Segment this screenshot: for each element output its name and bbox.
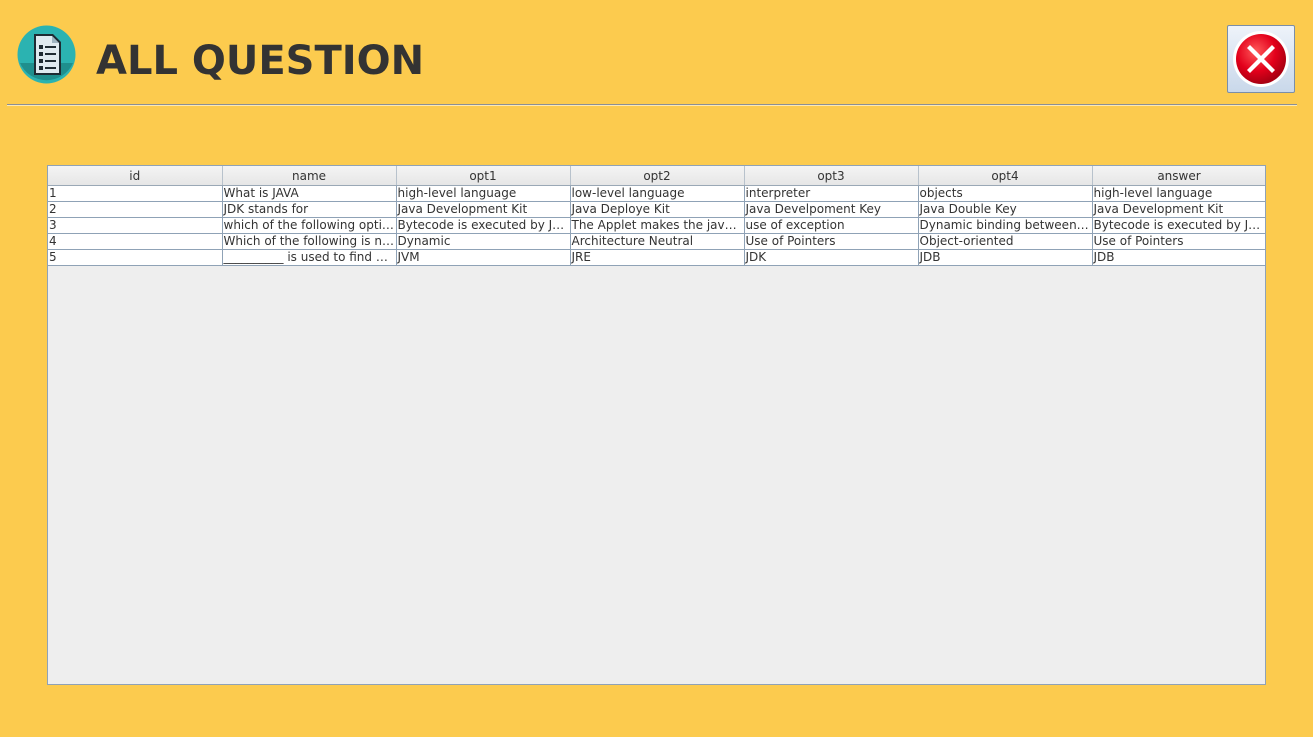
column-header-id[interactable]: id: [48, 166, 223, 186]
cell-opt1[interactable]: JVM: [395, 249, 571, 266]
header-divider: [7, 104, 1297, 106]
cell-opt3[interactable]: Java Develpoment Key: [743, 201, 919, 218]
cell-name[interactable]: What is JAVA: [221, 185, 397, 202]
cell-opt4[interactable]: Object-oriented: [917, 233, 1093, 250]
close-x-icon: [1233, 31, 1289, 87]
cell-opt2[interactable]: Java Deploye Kit: [569, 201, 745, 218]
column-header-name[interactable]: name: [222, 166, 397, 186]
cell-opt4[interactable]: objects: [917, 185, 1093, 202]
cell-opt4[interactable]: JDB: [917, 249, 1093, 266]
questions-table[interactable]: id name opt1 opt2 opt3 opt4 answer 1 Wha…: [48, 166, 1265, 266]
cell-opt2[interactable]: low-level language: [569, 185, 745, 202]
document-checklist-icon: [17, 25, 76, 84]
column-header-answer[interactable]: answer: [1092, 166, 1265, 186]
column-header-opt1[interactable]: opt1: [396, 166, 571, 186]
cell-name[interactable]: __________ is used to find a...: [221, 249, 397, 266]
cell-opt1[interactable]: Bytecode is executed by JVM: [395, 217, 571, 234]
cell-opt1[interactable]: Java Development Kit: [395, 201, 571, 218]
cell-opt1[interactable]: high-level language: [395, 185, 571, 202]
cell-opt4[interactable]: Java Double Key: [917, 201, 1093, 218]
page-title: ALL QUESTION: [96, 38, 425, 84]
cell-answer[interactable]: Java Development Kit: [1091, 201, 1265, 218]
cell-id[interactable]: 5: [48, 249, 223, 266]
header-icon: [17, 25, 76, 84]
table-row[interactable]: 3 which of the following options... Byte…: [48, 217, 1265, 234]
cell-name[interactable]: Which of the following is not a...: [221, 233, 397, 250]
cell-answer[interactable]: Bytecode is executed by JVM: [1091, 217, 1265, 234]
table-row[interactable]: 2 JDK stands for Java Development Kit Ja…: [48, 201, 1265, 218]
cell-opt3[interactable]: use of exception: [743, 217, 919, 234]
cell-opt2[interactable]: JRE: [569, 249, 745, 266]
cell-id[interactable]: 2: [48, 201, 223, 218]
questions-table-panel[interactable]: id name opt1 opt2 opt3 opt4 answer 1 Wha…: [47, 165, 1266, 685]
cell-opt2[interactable]: Architecture Neutral: [569, 233, 745, 250]
cell-opt3[interactable]: Use of Pointers: [743, 233, 919, 250]
cell-opt3[interactable]: interpreter: [743, 185, 919, 202]
column-header-opt4[interactable]: opt4: [918, 166, 1093, 186]
cell-answer[interactable]: Use of Pointers: [1091, 233, 1265, 250]
column-header-opt3[interactable]: opt3: [744, 166, 919, 186]
cell-id[interactable]: 3: [48, 217, 223, 234]
cell-id[interactable]: 4: [48, 233, 223, 250]
column-header-opt2[interactable]: opt2: [570, 166, 745, 186]
cell-name[interactable]: which of the following options...: [221, 217, 397, 234]
cell-opt3[interactable]: JDK: [743, 249, 919, 266]
close-button[interactable]: [1227, 25, 1295, 93]
cell-answer[interactable]: high-level language: [1091, 185, 1265, 202]
table-row[interactable]: 1 What is JAVA high-level language low-l…: [48, 185, 1265, 202]
cell-opt4[interactable]: Dynamic binding between obj...: [917, 217, 1093, 234]
cell-id[interactable]: 1: [48, 185, 223, 202]
cell-answer[interactable]: JDB: [1091, 249, 1265, 266]
cell-opt2[interactable]: The Applet makes the java co...: [569, 217, 745, 234]
cell-name[interactable]: JDK stands for: [221, 201, 397, 218]
table-row[interactable]: 5 __________ is used to find a... JVM JR…: [48, 249, 1265, 266]
table-row[interactable]: 4 Which of the following is not a... Dyn…: [48, 233, 1265, 250]
table-header-row: id name opt1 opt2 opt3 opt4 answer: [48, 166, 1265, 186]
cell-opt1[interactable]: Dynamic: [395, 233, 571, 250]
